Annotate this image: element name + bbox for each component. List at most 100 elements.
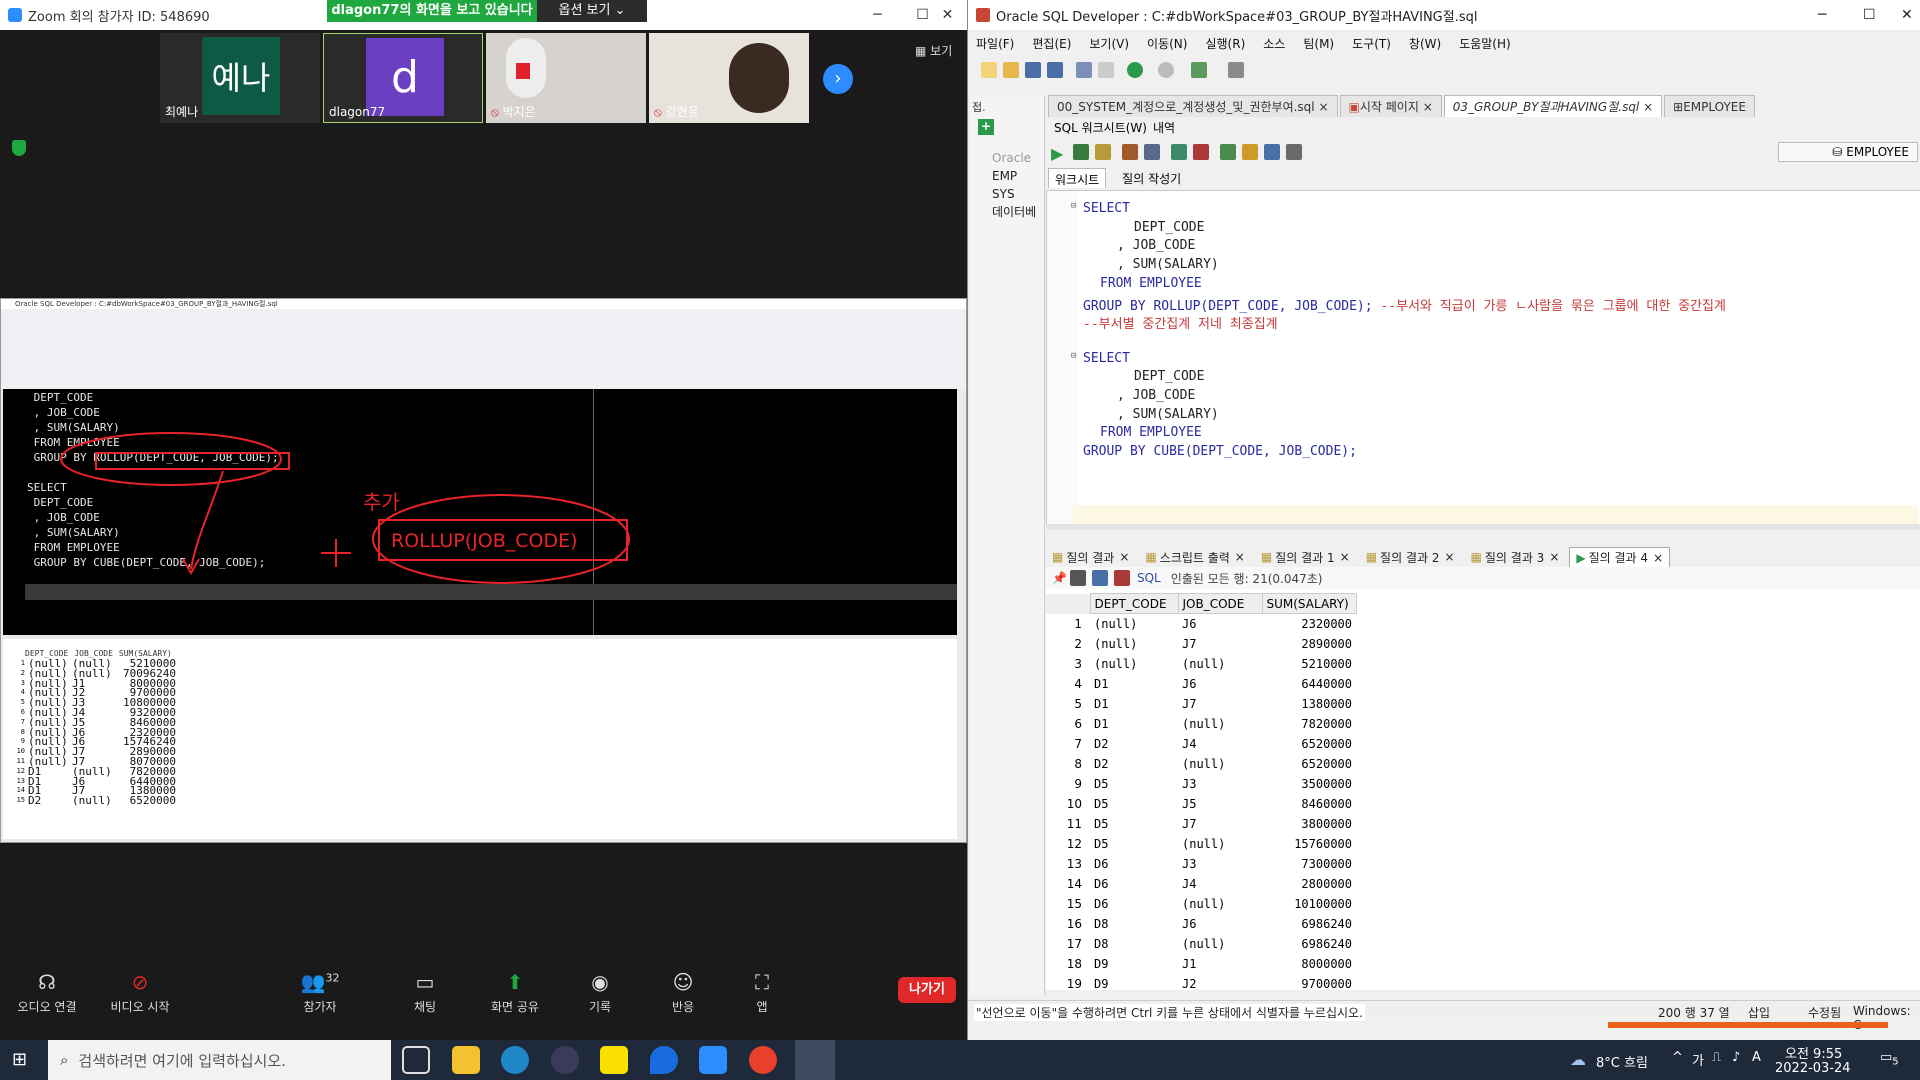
table-cell[interactable]: 3800000 <box>1262 814 1356 834</box>
table-row[interactable]: 9 D5 J3 3500000 <box>1046 774 1356 794</box>
history-icon[interactable] <box>1264 144 1280 160</box>
run-statement-icon[interactable]: ▶ <box>1051 144 1067 163</box>
clock-date[interactable]: 2022-03-24 <box>1775 1061 1851 1076</box>
start-windows-icon[interactable]: ⊞ <box>12 1050 32 1070</box>
table-cell[interactable]: 1380000 <box>1262 694 1356 714</box>
table-cell[interactable]: 6520000 <box>1262 734 1356 754</box>
table-cell[interactable]: 6986240 <box>1262 914 1356 934</box>
table-cell[interactable]: D1 <box>1090 694 1178 714</box>
minimize-button[interactable]: ─ <box>1818 7 1826 23</box>
leave-button[interactable]: 나가기 <box>898 977 956 1003</box>
notification-icon[interactable]: ▭5 <box>1880 1050 1899 1068</box>
table-cell[interactable]: 7820000 <box>1262 714 1356 734</box>
tab-start-page[interactable]: ▣ 시작 페이지 × <box>1339 95 1442 117</box>
tab-worksheet[interactable]: 워크시트 <box>1048 168 1107 188</box>
table-row[interactable]: 18 D9 J1 8000000 <box>1046 954 1356 974</box>
kakaotalk-icon[interactable] <box>600 1046 628 1074</box>
table-row[interactable]: 5 D1 J7 1380000 <box>1046 694 1356 714</box>
table-cell[interactable]: 7300000 <box>1262 854 1356 874</box>
record-button[interactable]: ◉ 기록 <box>580 970 620 1015</box>
taskbar-search[interactable]: ⌕ 검색하려면 여기에 입력하십시오. <box>48 1040 391 1080</box>
menu-tools[interactable]: 도구(T) <box>1352 35 1391 52</box>
table-cell[interactable]: D5 <box>1090 814 1178 834</box>
tree-node-employee[interactable]: EMP <box>970 167 1045 185</box>
sql-link[interactable]: SQL <box>1137 571 1161 585</box>
participants-button[interactable]: 👥32 참가자 <box>285 970 355 1015</box>
table-cell[interactable]: 6520000 <box>1262 754 1356 774</box>
table-cell[interactable]: 2800000 <box>1262 874 1356 894</box>
result-tab[interactable]: ▦ 스크립트 출력 × <box>1139 547 1250 567</box>
menu-edit[interactable]: 편집(E) <box>1032 35 1071 52</box>
column-header[interactable]: JOB_CODE <box>1177 593 1263 614</box>
fold-icon[interactable]: ⊟ <box>1071 201 1076 211</box>
menu-window[interactable]: 창(W) <box>1409 35 1441 52</box>
table-cell[interactable]: D6 <box>1090 894 1178 914</box>
ime-icon[interactable]: 가 <box>1692 1050 1704 1069</box>
fold-icon[interactable]: ⊟ <box>1071 351 1076 361</box>
forward-icon[interactable] <box>1158 62 1174 78</box>
table-cell[interactable]: J7 <box>1178 814 1262 834</box>
tab-system-sql[interactable]: 00_SYSTEM_계정으로_계정생성_및_권한부여.sql × <box>1048 95 1338 117</box>
table-cell[interactable]: (null) <box>1178 714 1262 734</box>
table-cell[interactable]: J3 <box>1178 774 1262 794</box>
table-cell[interactable]: 8460000 <box>1262 794 1356 814</box>
add-connection-icon[interactable]: + <box>978 119 994 135</box>
run-script-icon[interactable] <box>1073 144 1089 160</box>
autotrace-icon[interactable] <box>1095 144 1111 160</box>
table-cell[interactable]: (null) <box>1178 654 1262 674</box>
table-cell[interactable]: J2 <box>1178 974 1262 994</box>
app-icon[interactable] <box>551 1046 579 1074</box>
zoom-taskbar-icon[interactable] <box>699 1046 727 1074</box>
ime-mode[interactable]: A <box>1752 1050 1761 1065</box>
table-cell[interactable]: D8 <box>1090 914 1178 934</box>
task-view-icon[interactable] <box>402 1046 430 1074</box>
table-cell[interactable]: (null) <box>1178 754 1262 774</box>
table-cell[interactable]: D5 <box>1090 774 1178 794</box>
table-cell[interactable]: J5 <box>1178 794 1262 814</box>
table-cell[interactable]: (null) <box>1090 654 1178 674</box>
connection-selector[interactable]: ⛁ EMPLOYEE <box>1778 142 1918 162</box>
table-cell[interactable]: 10100000 <box>1262 894 1356 914</box>
close-button[interactable]: ✕ <box>925 0 970 30</box>
chat-button[interactable]: ▭ 채팅 <box>405 970 445 1015</box>
table-row[interactable]: 15 D6 (null) 10100000 <box>1046 894 1356 914</box>
tree-node-system[interactable]: SYS <box>970 185 1045 203</box>
gallery-view-button[interactable]: ▦ 보기 <box>915 42 952 59</box>
next-page-icon[interactable]: › <box>823 64 853 94</box>
clear-icon[interactable] <box>1242 144 1258 160</box>
table-row[interactable]: 19 D9 J2 9700000 <box>1046 974 1356 994</box>
table-cell[interactable]: 6986240 <box>1262 934 1356 954</box>
unshared-sql-icon[interactable] <box>1220 144 1236 160</box>
connections-tab[interactable]: 접. <box>972 99 986 115</box>
sql-editor[interactable]: SELECT ⊟ DEPT_CODE , JOB_CODE , SUM(SALARY) F… <box>1046 190 1920 530</box>
maximize-button[interactable]: ☐ <box>1863 7 1876 23</box>
result-tab[interactable]: ▶ 질의 결과 4 × <box>1569 547 1671 567</box>
table-cell[interactable]: (null) <box>1178 894 1262 914</box>
undo-icon[interactable] <box>1076 62 1092 78</box>
table-cell[interactable]: D2 <box>1090 754 1178 774</box>
table-row[interactable]: 11 D5 J7 3800000 <box>1046 814 1356 834</box>
menu-team[interactable]: 팀(M) <box>1303 35 1334 52</box>
table-cell[interactable]: J6 <box>1178 614 1262 634</box>
view-options-button[interactable]: 옵션 보기 ⌄ <box>537 0 647 22</box>
table-cell[interactable]: D9 <box>1090 954 1178 974</box>
column-header[interactable]: SUM(SALARY) <box>1261 593 1357 614</box>
table-row[interactable]: 13 D6 J3 7300000 <box>1046 854 1356 874</box>
save-icon[interactable] <box>1025 62 1041 78</box>
close-icon[interactable]: × <box>1235 550 1245 564</box>
result-tab[interactable]: ▦ 질의 결과 2 × <box>1360 547 1461 567</box>
table-cell[interactable]: (null) <box>1090 614 1178 634</box>
minimize-button[interactable]: ─ <box>855 0 900 30</box>
result-tab[interactable]: ▦ 질의 결과 × <box>1046 547 1135 567</box>
table-cell[interactable]: J3 <box>1178 854 1262 874</box>
weather-text[interactable]: 8°C 흐림 <box>1596 1052 1648 1071</box>
table-cell[interactable]: 15760000 <box>1262 834 1356 854</box>
table-cell[interactable]: D9 <box>1090 974 1178 994</box>
chrome-icon[interactable] <box>749 1046 777 1074</box>
participant-tile[interactable]: 예나 최예나 <box>160 33 320 123</box>
result-tab[interactable]: ▦ 질의 결과 3 × <box>1465 547 1566 567</box>
edge-icon[interactable] <box>501 1046 529 1074</box>
table-row[interactable]: 6 D1 (null) 7820000 <box>1046 714 1356 734</box>
format-icon[interactable] <box>1286 144 1302 160</box>
save-all-icon[interactable] <box>1047 62 1063 78</box>
